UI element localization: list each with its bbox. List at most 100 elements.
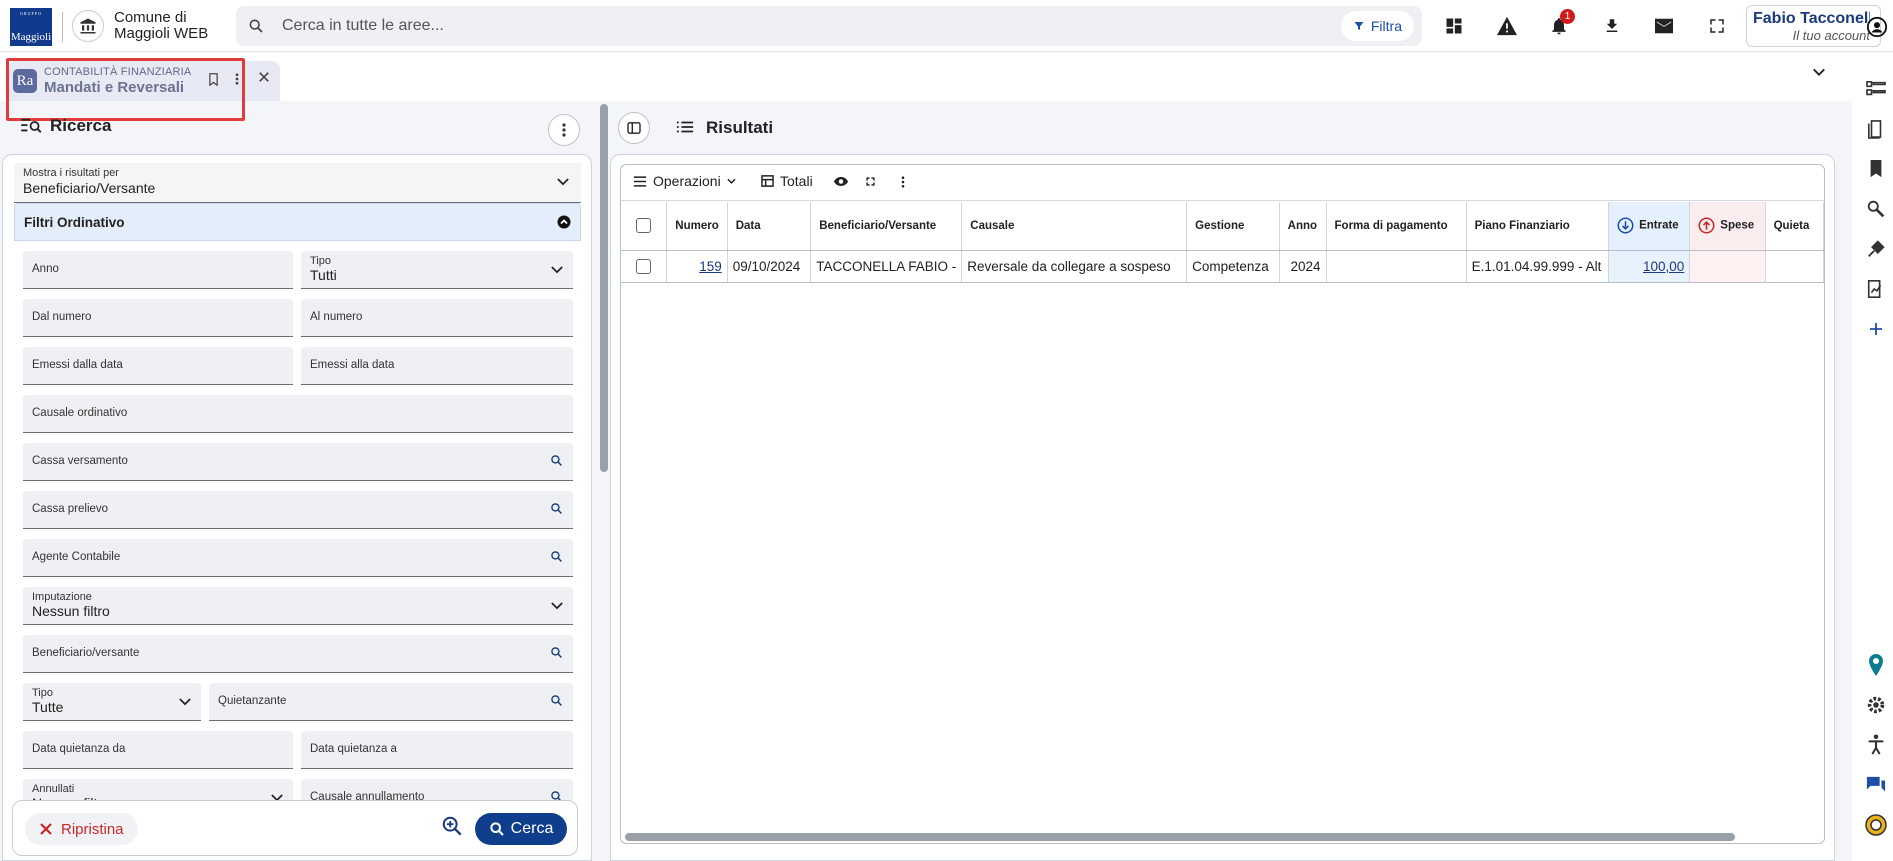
- reset-button[interactable]: Ripristina: [25, 813, 138, 845]
- module-badge: Ra: [13, 69, 37, 93]
- search-icon[interactable]: [550, 550, 563, 563]
- beneficiario-versante-field[interactable]: Beneficiario/versante: [23, 635, 573, 673]
- select-all-checkbox[interactable]: [636, 218, 652, 234]
- more-vertical-icon: [901, 176, 905, 188]
- emessi-alla-data-field[interactable]: Emessi alla data: [301, 347, 573, 385]
- results-table: Numero Data Beneficiario/Versante Causal…: [621, 202, 1824, 283]
- collapse-icon[interactable]: [557, 215, 571, 229]
- totali-button[interactable]: Totali: [761, 173, 813, 189]
- select-all-header[interactable]: [621, 202, 668, 251]
- tab-more-icon[interactable]: [235, 73, 239, 85]
- agente-contabile-field[interactable]: Agente Contabile: [23, 539, 573, 577]
- al-numero-field[interactable]: Al numero: [301, 299, 573, 337]
- rail-clipboard-icon[interactable]: [1862, 115, 1890, 143]
- chevron-down-icon: [551, 266, 563, 274]
- rail-settings-icon[interactable]: [1862, 691, 1890, 719]
- eye-icon: [833, 176, 849, 187]
- column-header[interactable]: Quieta: [1765, 202, 1824, 251]
- cassa-versamento-field[interactable]: Cassa versamento: [23, 443, 573, 481]
- rail-tools-icon[interactable]: [1862, 195, 1890, 223]
- rail-chat-icon[interactable]: [1862, 771, 1890, 799]
- row-select-cell[interactable]: [621, 250, 668, 283]
- numero-link[interactable]: 159: [699, 259, 722, 274]
- fullscreen-icon: [1708, 17, 1726, 35]
- column-header[interactable]: Piano Finanziario: [1466, 202, 1610, 251]
- sidebar-toggle-button[interactable]: [618, 112, 650, 144]
- messages-button[interactable]: [1644, 6, 1684, 46]
- toolbar-more-button[interactable]: [901, 176, 905, 188]
- close-icon: [39, 822, 53, 836]
- data-cell: 09/10/2024: [727, 250, 812, 283]
- global-search-input[interactable]: [282, 14, 1282, 38]
- rail-checklist-icon[interactable]: [1862, 75, 1890, 103]
- search-icon[interactable]: [550, 502, 563, 515]
- emessi-dalla-data-field[interactable]: Emessi dalla data: [23, 347, 293, 385]
- account-avatar-icon[interactable]: [1866, 16, 1888, 38]
- table-row[interactable]: 159 09/10/2024 TACCONELLA FABIO - Revers…: [621, 250, 1824, 283]
- horizontal-scrollbar[interactable]: [625, 833, 1735, 841]
- column-header[interactable]: Causale: [961, 202, 1188, 251]
- quietanzante-field[interactable]: Quietanzante: [209, 683, 573, 721]
- dashboard-button[interactable]: [1434, 6, 1474, 46]
- filter-button[interactable]: Filtra: [1340, 11, 1414, 41]
- column-header[interactable]: Beneficiario/Versante: [810, 202, 963, 251]
- chevron-down-icon: [179, 698, 191, 706]
- notifications-button[interactable]: 1: [1539, 6, 1579, 46]
- search-icon: [248, 18, 264, 34]
- download-button[interactable]: [1592, 6, 1632, 46]
- maggioli-logo[interactable]: GRUPPO Maggioli: [10, 8, 52, 46]
- visibility-button[interactable]: [833, 176, 849, 187]
- bookmark-icon[interactable]: [208, 73, 219, 86]
- table-icon: [761, 175, 774, 187]
- anno-field[interactable]: Anno: [23, 251, 293, 289]
- rail-location-icon[interactable]: [1862, 651, 1890, 679]
- search-icon[interactable]: [550, 646, 563, 659]
- alerts-button[interactable]: [1487, 6, 1527, 46]
- chevron-down-icon: [557, 178, 569, 186]
- search-icon[interactable]: [550, 454, 563, 467]
- rail-add-icon[interactable]: [1862, 315, 1890, 343]
- rail-accessibility-icon[interactable]: [1862, 731, 1890, 759]
- close-tab-icon[interactable]: [258, 71, 270, 83]
- search-icon[interactable]: [550, 694, 563, 707]
- fullscreen-button[interactable]: [1697, 6, 1737, 46]
- global-search: Filtra: [236, 6, 1422, 46]
- chevron-down-icon[interactable]: [1812, 67, 1826, 77]
- column-header[interactable]: Anno: [1279, 202, 1327, 251]
- search-panel-menu-button[interactable]: [548, 114, 580, 146]
- dal-numero-field[interactable]: Dal numero: [23, 299, 293, 337]
- cassa-prelievo-field[interactable]: Cassa prelievo: [23, 491, 573, 529]
- municipality-icon[interactable]: [72, 10, 104, 42]
- entrate-column-header[interactable]: Entrate: [1608, 202, 1691, 251]
- row-checkbox[interactable]: [636, 258, 652, 274]
- tipo-select[interactable]: Tipo Tutti: [301, 251, 573, 289]
- account-menu[interactable]: Fabio Tacconell... Il tuo account: [1746, 5, 1881, 47]
- operazioni-menu[interactable]: Operazioni: [633, 173, 736, 189]
- search-button[interactable]: Cerca: [475, 813, 567, 845]
- rail-help-icon[interactable]: [1862, 811, 1890, 839]
- expand-button[interactable]: [865, 176, 876, 187]
- column-header[interactable]: Forma di pagamento: [1326, 202, 1467, 251]
- filtri-ordinativo-header[interactable]: Filtri Ordinativo: [14, 203, 581, 241]
- chevron-down-icon: [551, 602, 563, 610]
- imputazione-select[interactable]: Imputazione Nessun filtro: [23, 587, 573, 625]
- sidebar-toggle-icon: [627, 122, 641, 134]
- causale-ordinativo-field[interactable]: Causale ordinativo: [23, 395, 573, 433]
- tab-mandati-reversali[interactable]: Ra CONTABILITÀ FINANZIARIA Mandati e Rev…: [8, 61, 280, 101]
- rail-plugin-icon[interactable]: [1862, 235, 1890, 263]
- results-mode-select[interactable]: Mostra i risultati per Beneficiario/Vers…: [14, 163, 581, 203]
- data-quietanza-da-field[interactable]: Data quietanza da: [23, 731, 293, 769]
- results-grid: Operazioni Totali Numero Data Beneficiar…: [620, 164, 1825, 844]
- zoom-search-icon[interactable]: [441, 815, 463, 837]
- column-header[interactable]: Data: [727, 202, 812, 251]
- tab-category: CONTABILITÀ FINANZIARIA: [44, 66, 192, 78]
- tipo-quietanza-select[interactable]: Tipo Tutte: [23, 683, 201, 721]
- entrate-link[interactable]: 100,00: [1643, 259, 1684, 274]
- page-scrollbar[interactable]: [600, 104, 608, 472]
- spese-column-header[interactable]: Spese: [1689, 202, 1766, 251]
- column-header[interactable]: Gestione: [1186, 202, 1280, 251]
- rail-report-icon[interactable]: [1862, 275, 1890, 303]
- column-header[interactable]: Numero: [666, 202, 728, 251]
- data-quietanza-a-field[interactable]: Data quietanza a: [301, 731, 573, 769]
- rail-bookmarks-icon[interactable]: [1862, 155, 1890, 183]
